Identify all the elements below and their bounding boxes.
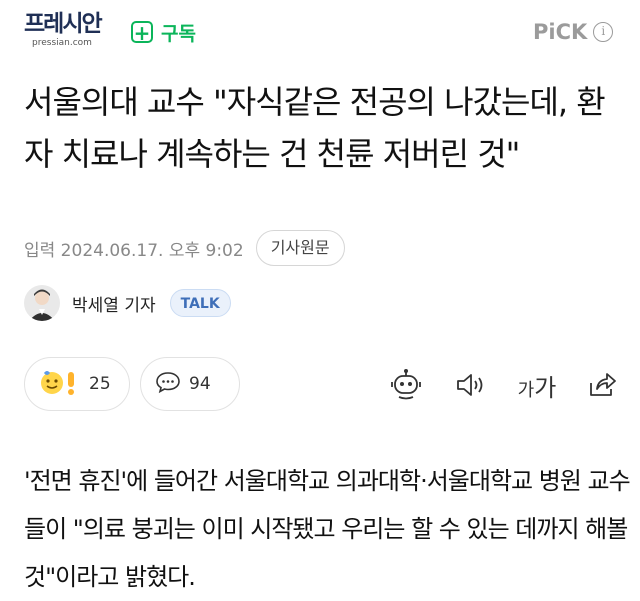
comment-icon (155, 370, 181, 398)
article-title: 서울의대 교수 "자식같은 전공의 나갔는데, 환자 치료나 계속하는 건 천륜… (24, 83, 606, 173)
pressian-logo[interactable]: 프레시안 pressian.com (24, 10, 120, 50)
subscribe-button[interactable]: + 구독 (131, 18, 196, 46)
font-big-glyph: 가 (534, 373, 557, 402)
speaker-icon[interactable] (450, 365, 490, 405)
publish-date: 입력 2024.06.17. 오후 9:02 (24, 240, 244, 261)
header: 프레시안 pressian.com + 구독 PiCK i (0, 0, 640, 68)
talk-button[interactable]: TALK (169, 289, 231, 317)
reaction-button[interactable]: 25 (24, 357, 130, 411)
comment-button[interactable]: 94 (140, 357, 240, 411)
pick-label: PiCK (533, 20, 588, 44)
reporter-avatar[interactable] (24, 285, 60, 321)
comment-count: 94 (189, 374, 211, 394)
pick-badge[interactable]: PiCK i (533, 18, 614, 46)
reaction-emoji-icon (39, 367, 81, 401)
logo-text: 프레시안 (24, 11, 103, 37)
plus-icon: + (131, 21, 153, 44)
reporter-row: 박세열 기자 TALK (24, 283, 231, 323)
article-body: '전면 휴진'에 들어간 서울대학교 의과대학·서울대학교 병원 교수들이 "의… (24, 467, 631, 591)
logo-url: pressian.com (32, 38, 92, 48)
font-size-icon[interactable]: 가가 (514, 365, 560, 405)
font-small-glyph: 가 (517, 379, 535, 401)
subscribe-label: 구독 (161, 22, 196, 45)
share-icon[interactable] (582, 365, 622, 405)
article-meta: 입력 2024.06.17. 오후 9:02 기사원문 (24, 228, 345, 268)
original-article-button[interactable]: 기사원문 (255, 230, 345, 266)
info-icon[interactable]: i (593, 22, 614, 42)
robot-summary-icon[interactable] (386, 365, 426, 405)
reporter-name[interactable]: 박세열 기자 (72, 291, 156, 316)
reaction-count: 25 (89, 374, 111, 394)
action-bar: 25 94 가가 (24, 355, 624, 415)
